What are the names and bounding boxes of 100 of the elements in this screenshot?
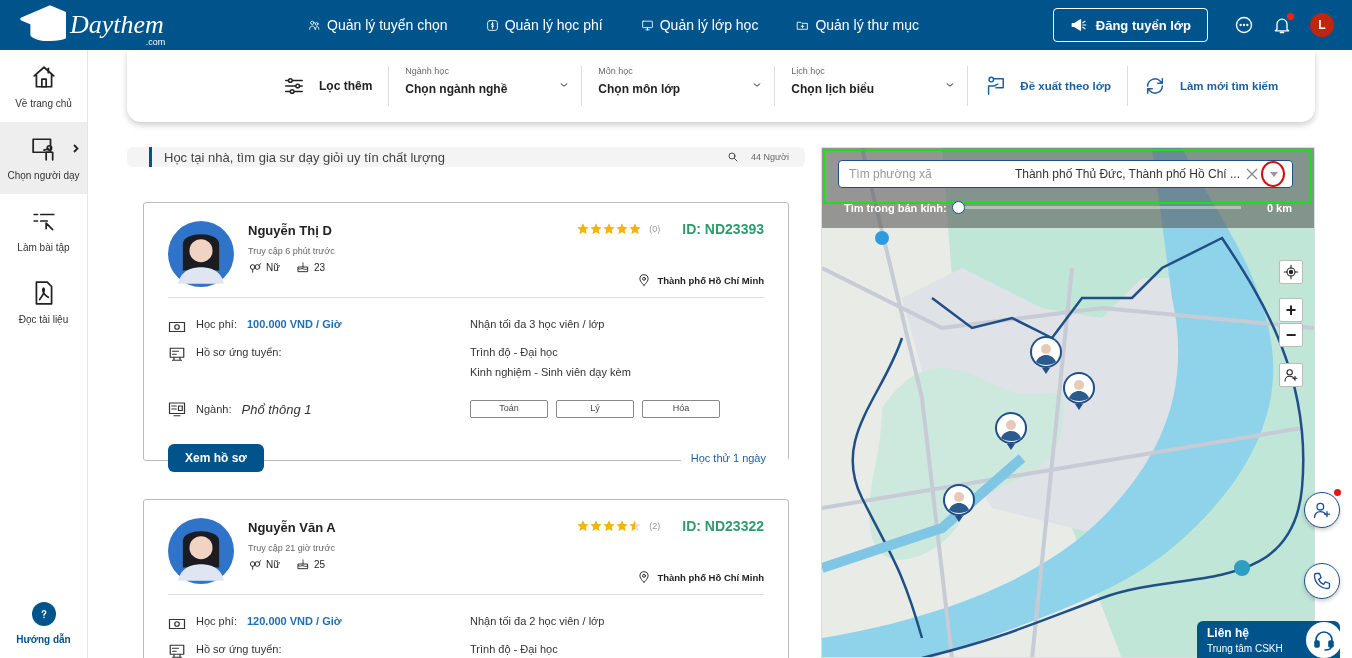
- avatar: [168, 518, 234, 584]
- screen-board-icon: [168, 400, 186, 418]
- contact-button[interactable]: Liên hệ Trung tâm CSKH: [1197, 621, 1340, 658]
- call-button[interactable]: [1304, 563, 1340, 599]
- profile-label: Hồ sơ ứng tuyển:: [196, 346, 282, 358]
- add-person-icon: [1312, 500, 1332, 520]
- sidebar-item[interactable]: Về trang chủ: [0, 50, 87, 122]
- chevron-right-icon: [73, 144, 79, 153]
- age: 25: [313, 558, 326, 570]
- locate-icon: [1283, 264, 1299, 280]
- major-label: Ngành:: [196, 403, 232, 415]
- major-value: Phổ thông 1: [241, 401, 312, 417]
- star-icon: [629, 223, 642, 235]
- more-filters-button[interactable]: Lọc thêm: [277, 74, 389, 98]
- location-pin-icon: [637, 570, 652, 584]
- monitor-icon: [640, 18, 654, 32]
- filter-dropdown[interactable]: Lịch học Chọn lịch biểu: [774, 66, 968, 106]
- profile-board-icon: [168, 346, 186, 364]
- cake-icon: [295, 260, 310, 274]
- dropdown-arrow-icon[interactable]: [1270, 171, 1278, 177]
- zoom-in-button[interactable]: +: [1279, 298, 1303, 322]
- education-level: Trình độ - Đại học: [470, 346, 559, 358]
- view-profile-button[interactable]: Xem hồ sơ: [168, 444, 264, 472]
- nav-link[interactable]: Quản lý tuyển chọn: [308, 17, 448, 33]
- people-icon: [308, 18, 321, 32]
- nav-link[interactable]: Quản lý học phí: [485, 17, 603, 33]
- tutor-id: ID: ND23322: [682, 518, 764, 534]
- last-seen: Truy cập 21 giờ trước: [248, 543, 337, 553]
- review-count: (0): [649, 224, 661, 234]
- tutor-name: Nguyễn Thị D: [248, 223, 333, 238]
- education-level: Trình độ - Đại học: [470, 643, 559, 655]
- map-marker[interactable]: [1062, 371, 1096, 411]
- star-icon: [603, 520, 616, 532]
- last-seen: Truy cập 6 phút trước: [248, 246, 336, 256]
- tutor-id: ID: ND23393: [682, 221, 764, 237]
- subject-tag: Hóa: [642, 400, 720, 418]
- star-icon: [590, 520, 603, 532]
- subject-tag: Lý: [556, 400, 634, 418]
- fee-value: 100.000 VND / Giờ: [246, 318, 342, 330]
- zoom-out-button[interactable]: −: [1279, 323, 1303, 347]
- dollar-icon: [485, 18, 499, 32]
- star-icon: [590, 223, 603, 235]
- gender-icon: [248, 260, 262, 274]
- tutor-name: Nguyễn Văn A: [248, 520, 337, 535]
- star-icon: [616, 223, 629, 235]
- fee-value: 120.000 VND / Giờ: [246, 615, 342, 627]
- sliders-icon: [283, 75, 305, 97]
- sidebar-item[interactable]: Làm bài tập: [0, 194, 87, 266]
- star-icon: [577, 520, 590, 532]
- star-icon: [629, 520, 642, 532]
- invite-button[interactable]: [1304, 492, 1340, 528]
- review-count: (2): [649, 521, 661, 531]
- star-icon: [616, 520, 629, 532]
- avatar: [168, 221, 234, 287]
- location: Thành phố Hồ Chí Minh: [657, 571, 764, 583]
- gender: Nữ: [266, 558, 280, 570]
- filter-dropdown[interactable]: Môn học Chọn môn lớp: [581, 66, 775, 106]
- nav-link[interactable]: Quản lý lớp học: [640, 17, 759, 33]
- sidebar-item[interactable]: Đọc tài liệu: [0, 266, 87, 338]
- experience: Kinh nghiệm - Sinh viên dạy kèm: [470, 366, 632, 378]
- profile-board-icon: [168, 643, 186, 658]
- fee-label: Học phí:: [196, 615, 237, 627]
- map-marker[interactable]: [1029, 335, 1063, 375]
- nav-link[interactable]: Quản lý thư mục: [796, 17, 919, 33]
- map-marker[interactable]: [994, 411, 1028, 451]
- location-pin-icon: [637, 273, 652, 287]
- filter-action[interactable]: Làm mới tìm kiếm: [1126, 66, 1295, 106]
- highlight-circle: [1261, 161, 1285, 187]
- user-avatar[interactable]: L: [1310, 13, 1334, 37]
- selected-location[interactable]: Thành phố Thủ Đức, Thành phố Hồ Chí ...: [997, 167, 1240, 181]
- locate-button[interactable]: [1279, 260, 1303, 284]
- filter-action[interactable]: Đề xuất theo lớp: [967, 66, 1127, 106]
- star-icon: [603, 223, 616, 235]
- capacity: Nhận tối đa 3 học viên / lớp: [470, 318, 606, 330]
- phone-icon: [1312, 571, 1332, 591]
- profile-label: Hồ sơ ứng tuyển:: [196, 643, 282, 655]
- trial-label: Học thử 1 ngày: [680, 452, 788, 464]
- help-button[interactable]: Hướng dẫn: [0, 601, 87, 646]
- megaphone-icon: [1069, 16, 1088, 34]
- fee-label: Học phí:: [196, 318, 237, 330]
- add-person-icon: [1283, 367, 1299, 383]
- gender: Nữ: [266, 261, 280, 273]
- star-icon: [577, 223, 590, 235]
- post-class-button[interactable]: Đăng tuyển lớp: [1052, 8, 1208, 42]
- chat-icon: [1234, 15, 1254, 35]
- close-icon[interactable]: [1246, 168, 1258, 180]
- add-person-button[interactable]: [1279, 363, 1303, 387]
- gender-icon: [248, 557, 262, 571]
- location: Thành phố Hồ Chí Minh: [657, 274, 764, 286]
- search-icon: [727, 151, 740, 163]
- radius-value: 0 km: [1266, 201, 1292, 214]
- sidebar-item[interactable]: Chọn người dạy: [0, 122, 87, 194]
- capacity: Nhận tối đa 2 học viên / lớp: [470, 615, 606, 627]
- cake-icon: [295, 557, 310, 571]
- map-marker[interactable]: [942, 483, 976, 523]
- subject-tag: Toán: [470, 400, 548, 418]
- teacher-icon: [30, 135, 57, 162]
- banner-text: Học tại nhà, tìm gia sư dạy giỏi uy tín chất lượng: [164, 149, 446, 165]
- filter-dropdown[interactable]: Ngành học Chọn ngành nghề: [388, 66, 582, 106]
- radius-label: Tìm trong bán kính:: [844, 201, 947, 214]
